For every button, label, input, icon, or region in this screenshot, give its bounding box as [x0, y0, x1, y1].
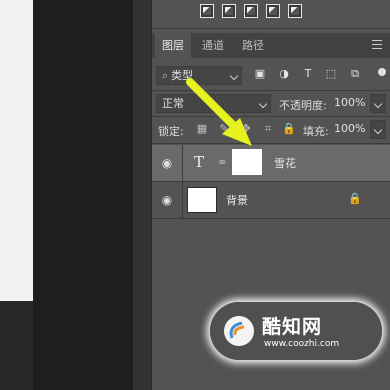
watermark-logo-mark — [229, 321, 245, 339]
watermark-url: www.coozhi.com — [264, 339, 340, 349]
watermark-title: 酷知网 — [262, 316, 323, 338]
arrow-shaft — [186, 78, 242, 134]
watermark-logo-icon — [224, 316, 254, 346]
